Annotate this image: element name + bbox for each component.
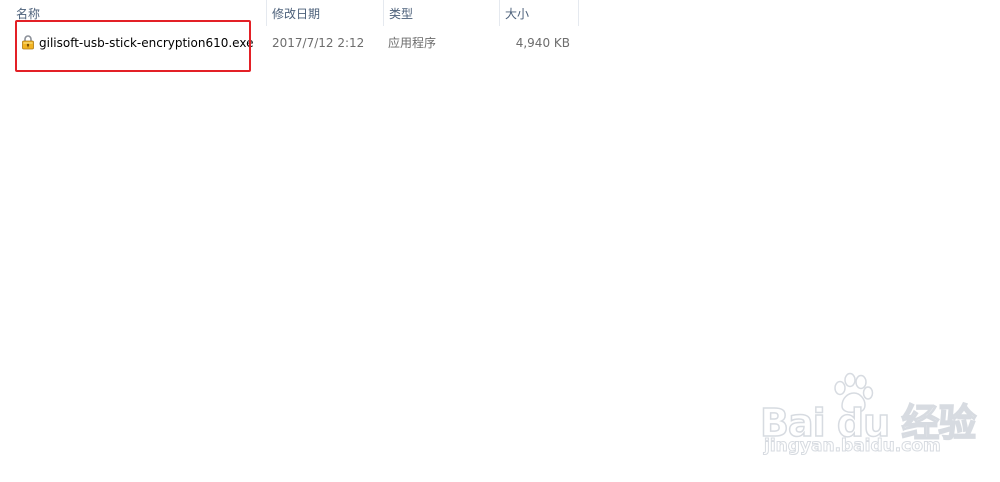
file-name: gilisoft-usb-stick-encryption610.exe — [39, 36, 254, 50]
baidu-jingyan-watermark: Bai du 经验 jingyan.baidu.com — [759, 372, 990, 472]
file-name-cell[interactable]: gilisoft-usb-stick-encryption610.exe — [20, 30, 254, 54]
file-size: 4,940 KB — [515, 36, 570, 50]
column-header-type-label: 类型 — [389, 7, 414, 21]
column-header-name-label: 名称 — [16, 7, 41, 21]
column-header-modified[interactable]: 修改日期 — [267, 0, 383, 26]
watermark-url-text: jingyan.baidu.com — [764, 436, 942, 457]
column-header-row: 名称 ˆ 修改日期 类型 大小 — [0, 0, 580, 26]
lock-icon — [22, 35, 34, 50]
file-row[interactable]: gilisoft-usb-stick-encryption610.exe 201… — [0, 30, 580, 54]
column-header-size[interactable]: 大小 — [500, 0, 578, 26]
sort-ascending-icon: ˆ — [136, 0, 140, 7]
file-type: 应用程序 — [388, 36, 437, 50]
column-divider[interactable] — [578, 0, 579, 26]
file-modified-date: 2017/7/12 2:12 — [272, 36, 365, 50]
column-header-type[interactable]: 类型 — [384, 0, 499, 26]
column-header-size-label: 大小 — [505, 7, 530, 21]
column-header-modified-label: 修改日期 — [272, 7, 321, 21]
